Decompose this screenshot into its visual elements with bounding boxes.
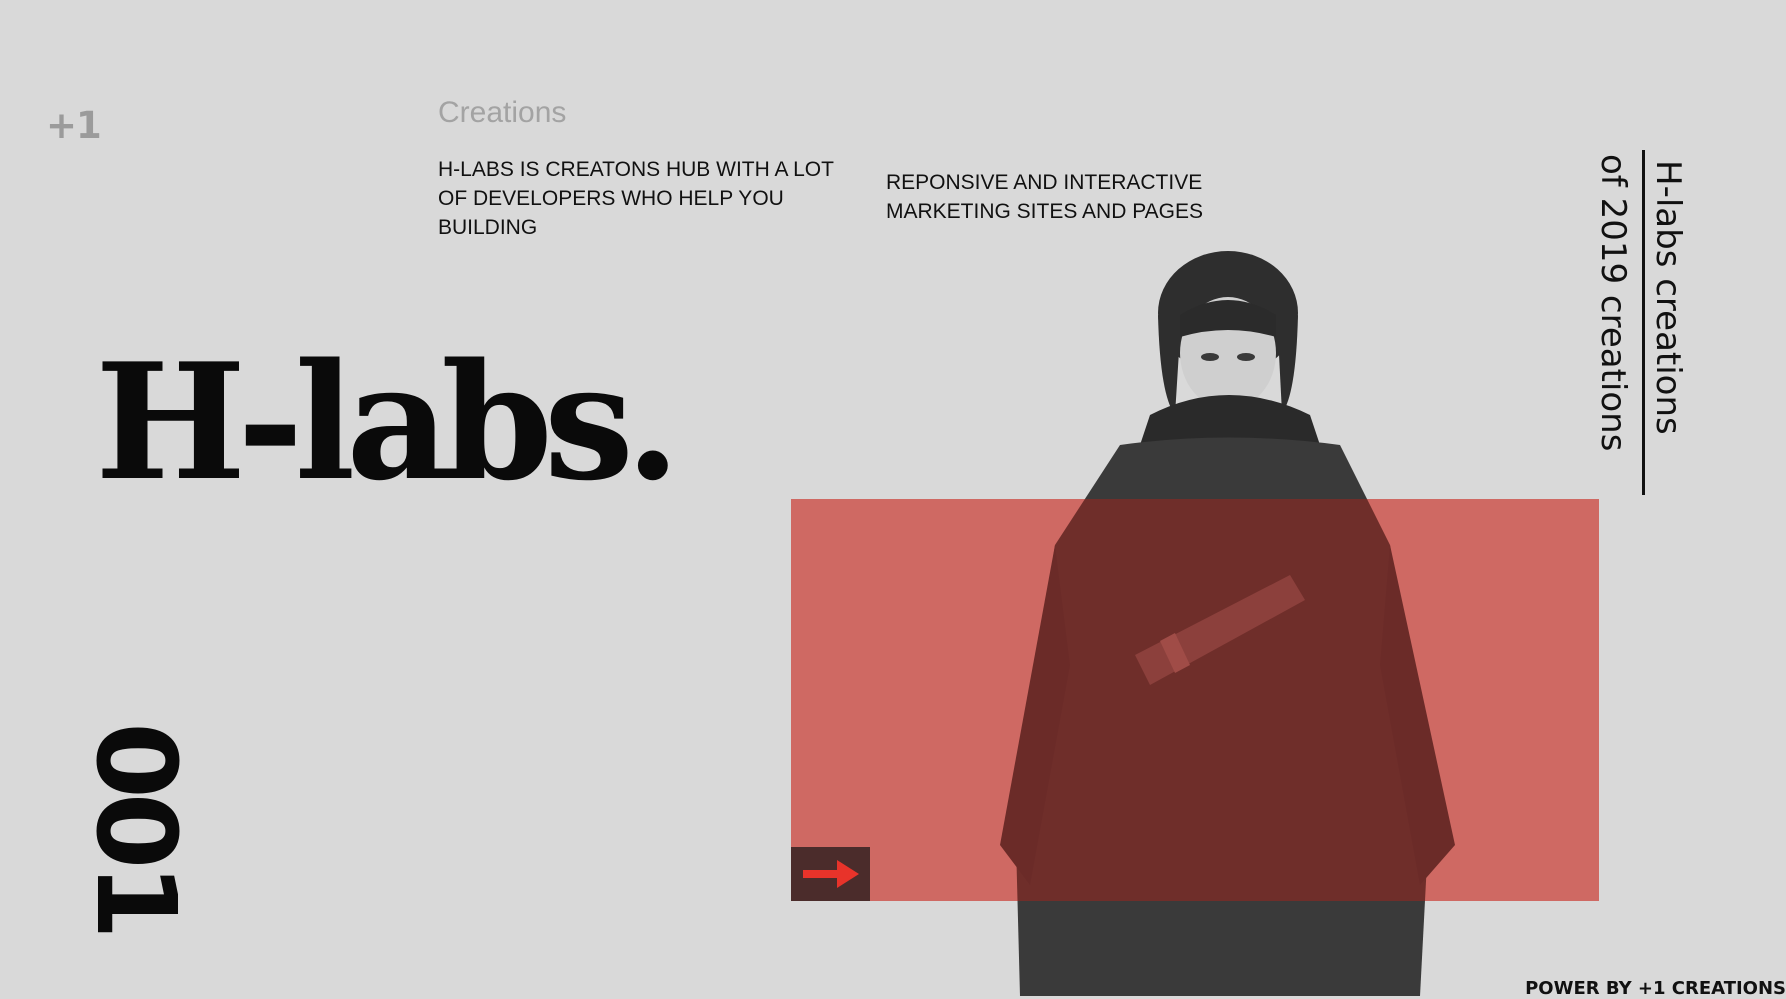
side-divider [1642,150,1645,495]
logo-plus-one[interactable]: +1 [46,104,102,147]
red-overlay-panel [791,499,1599,901]
intro-text: H-LABS IS CREATONS HUB WITH A LOT OF DEV… [438,158,834,239]
side-caption: H-labs creations of 2019 creations [1585,150,1695,495]
intro-secondary-text: REPONSIVE AND INTERACTIVE MARKETING SITE… [886,171,1204,223]
side-caption-line1: H-labs creations [1648,160,1688,435]
brand-title: H-labs. [95,328,681,516]
next-arrow-button[interactable] [791,847,870,901]
section-label: Creations [438,96,567,129]
side-caption-line2: of 2019 creations [1593,154,1633,452]
slide-number: 001 [72,722,200,934]
arrow-right-icon [802,860,859,888]
slide-number-text: 001 [72,722,200,934]
